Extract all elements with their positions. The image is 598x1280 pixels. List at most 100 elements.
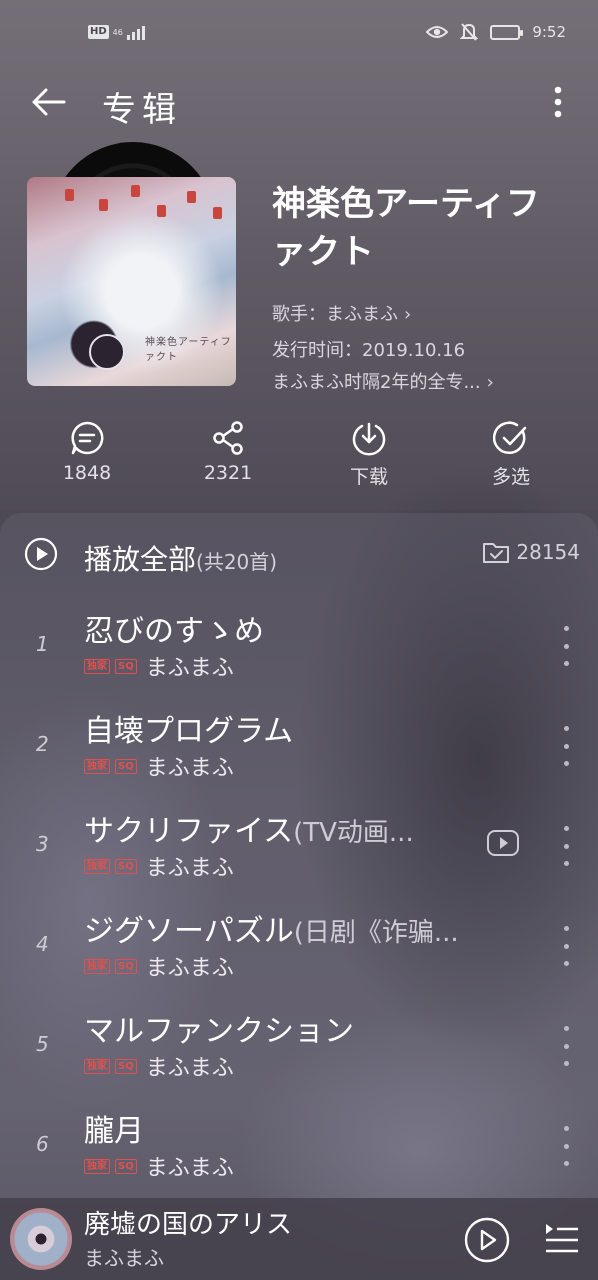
sq-badge: SQ <box>115 1058 137 1074</box>
top-bar: 专辑 <box>0 72 598 132</box>
signal-icon <box>126 24 145 40</box>
album-title: 神楽色アーティファクト <box>272 184 540 272</box>
video-play-icon <box>487 830 519 856</box>
artist-text: 歌手：まふまふ <box>272 304 398 325</box>
track-title: サクリファイス(TV动画... <box>84 806 454 850</box>
more-vertical-icon <box>554 86 562 118</box>
chevron-right-icon: › <box>486 372 494 393</box>
track-number: 6 <box>36 1132 49 1156</box>
album-cover[interactable]: 神楽色アーティファクト <box>27 177 236 386</box>
hd-badge: HD <box>88 25 109 39</box>
play-all-label: 播放全部(共20首) <box>84 538 277 578</box>
track-tags: 独家 SQ まふまふ <box>84 1150 234 1182</box>
artist-link[interactable]: 歌手：まふまふ › <box>272 300 572 326</box>
more-options-button[interactable] <box>536 78 580 126</box>
track-title-main: ジグソーパズル <box>84 914 294 949</box>
track-more-button[interactable] <box>560 826 572 866</box>
action-row: 1848 2321 下载 多选 <box>0 418 598 498</box>
exclusive-badge: 独家 <box>84 658 110 674</box>
track-title: マルファンクション <box>84 1006 474 1050</box>
status-bar: HD 46 9:52 <box>0 0 598 68</box>
cover-emblem <box>89 334 125 370</box>
exclusive-badge: 独家 <box>84 958 110 974</box>
track-tags: 独家 SQ まふまふ <box>84 650 234 682</box>
track-title: 自壊プログラム <box>84 706 474 750</box>
multiselect-button[interactable]: 多选 <box>461 418 561 489</box>
mini-player[interactable]: 廃墟の国のアリス まふまふ <box>0 1198 598 1280</box>
track-number: 3 <box>36 832 49 856</box>
release-date: 发行时间：2019.10.16 <box>272 340 466 361</box>
page-title: 专辑 <box>102 90 182 130</box>
sq-badge: SQ <box>115 658 137 674</box>
track-tags: 独家 SQ まふまふ <box>84 950 234 982</box>
bell-muted-icon <box>460 23 479 41</box>
chevron-right-icon: › <box>404 304 412 325</box>
track-count: (共20首) <box>196 550 278 574</box>
download-button[interactable]: 下载 <box>319 418 419 489</box>
track-title-main: 自壊プログラム <box>84 714 294 749</box>
comment-count: 1848 <box>62 462 112 484</box>
share-count: 2321 <box>203 462 253 484</box>
sq-badge: SQ <box>115 758 137 774</box>
track-subtitle: (TV动画... <box>293 818 414 848</box>
download-icon <box>352 422 386 456</box>
exclusive-badge: 独家 <box>84 758 110 774</box>
track-number: 1 <box>36 632 49 656</box>
track-title-main: マルファンクション <box>84 1014 354 1049</box>
comment-icon <box>71 421 104 455</box>
player-cover[interactable] <box>10 1208 72 1270</box>
play-button[interactable] <box>464 1217 510 1263</box>
clock: 9:52 <box>532 23 566 41</box>
track-number: 2 <box>36 732 49 756</box>
exclusive-badge: 独家 <box>84 1158 110 1174</box>
album-description-link[interactable]: まふまふ时隔2年的全专... › <box>272 368 572 394</box>
track-more-button[interactable] <box>560 1126 572 1166</box>
favorite-button[interactable]: 28154 <box>482 540 580 564</box>
multiselect-icon <box>493 421 527 454</box>
track-row[interactable]: 5 マルファンクション 独家 SQ まふまふ <box>0 998 598 1094</box>
eye-icon <box>426 26 449 38</box>
track-row[interactable]: 4 ジグソーパズル(日剧《诈骗... 独家 SQ まふまふ <box>0 898 598 994</box>
share-icon <box>213 421 243 455</box>
track-more-button[interactable] <box>560 926 572 966</box>
track-row[interactable]: 1 忍びのすゝめ 独家 SQ まふまふ <box>0 598 598 694</box>
track-row[interactable]: 2 自壊プログラム 独家 SQ まふまふ <box>0 698 598 794</box>
sq-badge: SQ <box>115 958 137 974</box>
track-row[interactable]: 3 サクリファイス(TV动画... 独家 SQ まふまふ <box>0 798 598 894</box>
track-more-button[interactable] <box>560 1026 572 1066</box>
track-more-button[interactable] <box>560 726 572 766</box>
play-all-row[interactable]: 播放全部(共20首) 28154 <box>0 530 598 584</box>
mv-button[interactable] <box>486 828 520 862</box>
player-title: 廃墟の国のアリス <box>84 1210 293 1240</box>
track-number: 5 <box>36 1032 49 1056</box>
network-label: 46 <box>112 27 123 37</box>
track-more-button[interactable] <box>560 626 572 666</box>
track-title: ジグソーパズル(日剧《诈骗... <box>84 906 524 950</box>
track-tags: 独家 SQ まふまふ <box>84 850 234 882</box>
album-description: まふまふ时隔2年的全专... <box>272 372 481 393</box>
arrow-left-icon <box>32 88 66 116</box>
track-title-main: 忍びのすゝめ <box>84 614 264 649</box>
track-title: 朧月 <box>84 1106 474 1150</box>
cover-title: 神楽色アーティファクト <box>145 337 232 363</box>
exclusive-badge: 独家 <box>84 858 110 874</box>
playlist-queue-button[interactable] <box>542 1218 582 1258</box>
track-title-main: サクリファイス <box>84 814 294 849</box>
comment-button[interactable]: 1848 <box>37 418 137 484</box>
back-button[interactable] <box>24 78 72 126</box>
track-artist: まふまふ <box>145 1056 234 1081</box>
track-row[interactable]: 6 朧月 独家 SQ まふまふ <box>0 1098 598 1194</box>
multiselect-label: 多选 <box>491 466 530 488</box>
folder-check-icon <box>483 543 510 563</box>
share-button[interactable]: 2321 <box>178 418 278 484</box>
track-artist: まふまふ <box>145 956 234 981</box>
track-title: 忍びのすゝめ <box>84 606 474 650</box>
track-number: 4 <box>36 932 49 956</box>
favorite-count: 28154 <box>516 540 580 564</box>
battery-icon <box>490 24 524 40</box>
track-tags: 独家 SQ まふまふ <box>84 750 234 782</box>
play-circle-icon <box>24 537 58 571</box>
sq-badge: SQ <box>115 858 137 874</box>
track-artist: まふまふ <box>145 656 234 681</box>
download-label: 下载 <box>349 466 388 488</box>
